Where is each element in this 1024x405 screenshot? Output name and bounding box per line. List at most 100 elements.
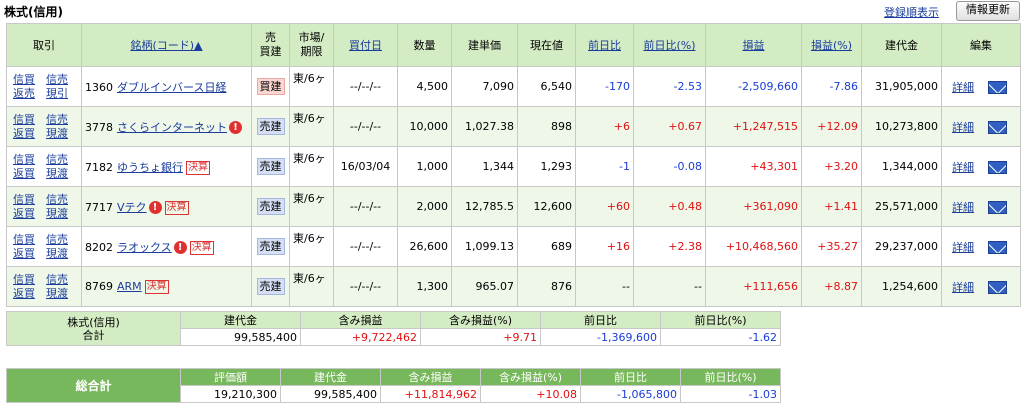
grand-header-row: 総合計 評価額 建代金 含み損益 含み損益(%) 前日比 前日比(%): [6, 368, 781, 403]
day-change: -1: [575, 146, 634, 187]
trade-link[interactable]: 信売: [46, 113, 79, 127]
trade-link[interactable]: 返買: [13, 287, 46, 301]
trade-link[interactable]: 返買: [13, 127, 46, 141]
security-cell: 8769 ARM 決算: [81, 266, 252, 307]
trade-link[interactable]: 現渡: [46, 207, 79, 221]
trade-link[interactable]: 現引: [46, 87, 79, 101]
trade-link[interactable]: 現渡: [46, 247, 79, 261]
trade-link[interactable]: 信買: [13, 153, 46, 167]
col-name[interactable]: 銘柄(コード)▲: [81, 23, 252, 67]
profit-loss-pct: +3.20: [801, 146, 862, 187]
trade-link[interactable]: 返買: [13, 207, 46, 221]
trade-link[interactable]: 信売: [46, 153, 79, 167]
position-amount: 1,254,600: [861, 266, 942, 307]
col-name-link[interactable]: 銘柄(コード)▲: [130, 39, 202, 52]
detail-link[interactable]: 詳細: [952, 81, 974, 94]
day-change-pct: +0.48: [633, 186, 706, 227]
trade-link[interactable]: 信買: [13, 193, 46, 207]
buy-date: 16/03/04: [333, 146, 398, 187]
col-pl[interactable]: 損益: [705, 23, 802, 67]
mail-icon[interactable]: [988, 161, 1007, 174]
profit-loss: +1,247,515: [705, 106, 802, 147]
col-pl-pct[interactable]: 損益(%): [801, 23, 862, 67]
trade-link[interactable]: 現渡: [46, 127, 79, 141]
col-pl-link[interactable]: 損益: [743, 39, 765, 52]
trade-link[interactable]: 返売: [13, 87, 46, 101]
profit-loss: +111,656: [705, 266, 802, 307]
trade-link[interactable]: 信売: [46, 73, 79, 87]
quantity: 1,000: [397, 146, 452, 187]
grand-valuation: 19,210,300: [180, 385, 281, 403]
col-buy-date[interactable]: 買付日: [333, 23, 398, 67]
subtotal-table: 株式(信用) 合計 建代金 含み損益 含み損益(%) 前日比 前日比(%) 99…: [6, 311, 781, 346]
security-name-link[interactable]: ゆうちょ銀行: [117, 161, 183, 174]
mail-icon[interactable]: [988, 121, 1007, 134]
trade-link[interactable]: 現渡: [46, 167, 79, 181]
col-buy-date-link[interactable]: 買付日: [349, 39, 382, 52]
warning-icon: !: [173, 241, 187, 254]
detail-link[interactable]: 詳細: [952, 121, 974, 134]
detail-link[interactable]: 詳細: [952, 161, 974, 174]
security-name-link[interactable]: さくらインターネット: [117, 121, 227, 134]
col-pl-pct-link[interactable]: 損益(%): [811, 39, 852, 52]
mail-icon[interactable]: [988, 281, 1007, 294]
trade-links-cell: 信買 信売 返買 現渡: [6, 106, 82, 147]
position-amount: 1,344,000: [861, 146, 942, 187]
trade-link[interactable]: 信買: [13, 73, 46, 87]
trade-link[interactable]: 信買: [13, 273, 46, 287]
security-name-link[interactable]: ダブルインバース日経: [117, 81, 226, 94]
market-term: 東/6ヶ: [289, 106, 334, 147]
profit-loss-pct: +12.09: [801, 106, 862, 147]
col-change-pct[interactable]: 前日比(%): [633, 23, 706, 67]
mail-icon[interactable]: [988, 241, 1007, 254]
position-type-badge: 売建: [256, 118, 285, 135]
security-code: 8202: [85, 240, 113, 254]
trade-link[interactable]: 信売: [46, 233, 79, 247]
edit-cell: 詳細: [941, 266, 1021, 307]
trade-link[interactable]: 信買: [13, 113, 46, 127]
subtotal-header: 含み損益: [300, 311, 421, 329]
position-type-cell: 売建: [251, 146, 290, 187]
subtotal-header: 建代金: [180, 311, 301, 329]
trade-link[interactable]: 返買: [13, 167, 46, 181]
security-name-link[interactable]: Vテク: [117, 201, 147, 214]
col-change-pct-link[interactable]: 前日比(%): [643, 39, 695, 52]
security-name-link[interactable]: ラオックス: [117, 241, 172, 254]
subtotal-header-row: 株式(信用) 合計 建代金 含み損益 含み損益(%) 前日比 前日比(%): [6, 311, 781, 346]
buy-date: --/--/--: [333, 226, 398, 267]
col-change-link[interactable]: 前日比: [588, 39, 621, 52]
security-code: 7182: [85, 160, 113, 174]
profit-loss-pct: +1.41: [801, 186, 862, 227]
col-cost: 建単価: [451, 23, 518, 67]
col-trade: 取引: [6, 23, 82, 67]
security-code: 3778: [85, 120, 113, 134]
col-change[interactable]: 前日比: [575, 23, 634, 67]
mail-icon[interactable]: [988, 201, 1007, 214]
trade-link[interactable]: 信売: [46, 193, 79, 207]
security-cell: 1360 ダブルインバース日経: [81, 66, 252, 107]
col-bs: 売 買建: [251, 23, 290, 67]
security-name-link[interactable]: ARM: [117, 280, 142, 293]
registration-order-link[interactable]: 登録順表示: [884, 4, 939, 20]
trade-link[interactable]: 現渡: [46, 287, 79, 301]
quantity: 1,300: [397, 266, 452, 307]
detail-link[interactable]: 詳細: [952, 201, 974, 214]
detail-link[interactable]: 詳細: [952, 281, 974, 294]
position-type-badge: 売建: [256, 238, 285, 255]
buy-date: --/--/--: [333, 186, 398, 227]
profit-loss: +43,301: [705, 146, 802, 187]
trade-link[interactable]: 返買: [13, 247, 46, 261]
position-type-cell: 買建: [251, 66, 290, 107]
col-price: 現在値: [517, 23, 576, 67]
grand-total-table: 総合計 評価額 建代金 含み損益 含み損益(%) 前日比 前日比(%) 19,2…: [6, 368, 781, 403]
trade-link[interactable]: 信買: [13, 233, 46, 247]
mail-icon[interactable]: [988, 81, 1007, 94]
entry-price: 12,785.5: [451, 186, 518, 227]
trade-link[interactable]: 信売: [46, 273, 79, 287]
position-type-cell: 売建: [251, 186, 290, 227]
refresh-button[interactable]: 情報更新: [956, 1, 1020, 21]
subtotal-label-line1: 株式(信用): [67, 315, 120, 329]
profit-loss-pct: +8.87: [801, 266, 862, 307]
detail-link[interactable]: 詳細: [952, 241, 974, 254]
earnings-badge: 決算: [189, 240, 214, 255]
